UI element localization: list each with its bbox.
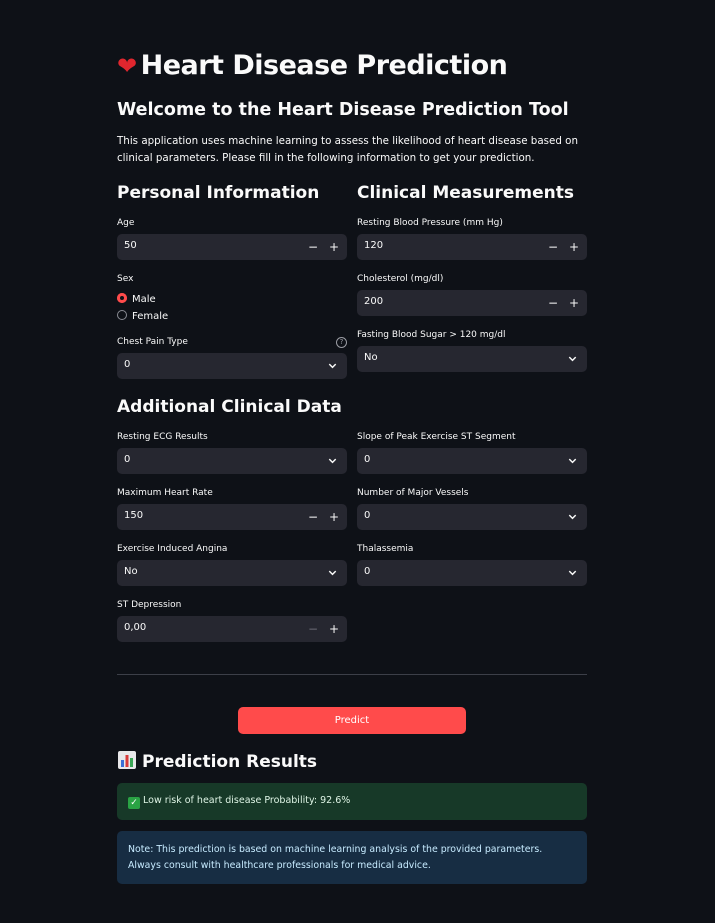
max-heart-rate-increment-button[interactable]: + [324,504,344,530]
age-decrement-button[interactable]: − [303,234,323,260]
angina-select[interactable]: No [117,560,347,586]
blood-pressure-decrement-button[interactable]: − [543,234,563,260]
success-alert: ✓ Low risk of heart disease Probability: … [117,783,587,820]
angina-value: No [124,566,138,577]
age-increment-button[interactable]: + [324,234,344,260]
max-heart-rate-input[interactable]: 150 − + [117,504,347,530]
results-heading: Prediction Results [117,750,317,772]
bar-chart-icon [118,751,136,769]
sex-label: Sex [117,274,134,284]
angina-label: Exercise Induced Angina [117,544,228,554]
chevron-down-icon [568,570,577,576]
additional-data-heading: Additional Clinical Data [117,397,342,417]
check-icon: ✓ [128,797,140,809]
vessels-select[interactable]: 0 [357,504,587,530]
heart-icon: ❤ [117,52,137,80]
predict-button[interactable]: Predict [238,707,466,734]
vessels-label: Number of Major Vessels [357,488,469,498]
chevron-down-icon [568,514,577,520]
thalassemia-label: Thalassemia [357,544,414,554]
welcome-heading: Welcome to the Heart Disease Prediction … [117,100,569,120]
results-heading-text: Prediction Results [142,752,318,772]
chevron-down-icon [568,356,577,362]
page-title: ❤ Heart Disease Prediction [117,50,508,81]
ecg-value: 0 [124,454,131,465]
fasting-blood-sugar-label: Fasting Blood Sugar > 120 mg/dl [357,330,506,340]
chest-pain-value: 0 [124,359,131,370]
chevron-down-icon [328,570,337,576]
age-input[interactable]: 50 − + [117,234,347,260]
blood-pressure-label: Resting Blood Pressure (mm Hg) [357,218,503,228]
cholesterol-label: Cholesterol (mg/dl) [357,274,444,284]
help-icon[interactable]: ? [336,337,347,348]
st-depression-increment-button[interactable]: + [324,616,344,642]
fasting-blood-sugar-value: No [364,352,378,363]
slope-select[interactable]: 0 [357,448,587,474]
st-depression-decrement-button[interactable]: − [303,616,323,642]
max-heart-rate-label: Maximum Heart Rate [117,488,213,498]
personal-info-heading: Personal Information [117,183,320,203]
cholesterol-input[interactable]: 200 − + [357,290,587,316]
age-value: 50 [124,240,137,251]
chest-pain-select[interactable]: 0 [117,353,347,379]
sex-option-male: Male [132,294,156,305]
chevron-down-icon [568,458,577,464]
page-title-text: Heart Disease Prediction [140,50,508,81]
st-depression-value: 0,00 [124,622,147,633]
vessels-value: 0 [364,510,371,521]
st-depression-input[interactable]: 0,00 − + [117,616,347,642]
slope-label: Slope of Peak Exercise ST Segment [357,432,516,442]
max-heart-rate-value: 150 [124,510,144,521]
slope-value: 0 [364,454,371,465]
sex-option-female: Female [132,311,169,322]
radio-selected-icon [117,293,127,303]
ecg-label: Resting ECG Results [117,432,208,442]
fasting-blood-sugar-select[interactable]: No [357,346,587,372]
st-depression-label: ST Depression [117,600,182,610]
radio-unselected-icon [117,310,127,320]
blood-pressure-value: 120 [364,240,384,251]
blood-pressure-input[interactable]: 120 − + [357,234,587,260]
sex-radio-female[interactable]: Female [117,310,168,322]
cholesterol-decrement-button[interactable]: − [543,290,563,316]
chest-pain-label: Chest Pain Type [117,337,188,347]
success-text: Low risk of heart disease Probability: 9… [143,795,351,806]
cholesterol-increment-button[interactable]: + [564,290,584,316]
blood-pressure-increment-button[interactable]: + [564,234,584,260]
cholesterol-value: 200 [364,296,384,307]
max-heart-rate-decrement-button[interactable]: − [303,504,323,530]
info-alert: Note: This prediction is based on machin… [117,831,587,884]
thalassemia-value: 0 [364,566,371,577]
info-note-text: Note: This prediction is based on machin… [128,844,543,871]
chevron-down-icon [328,363,337,369]
ecg-select[interactable]: 0 [117,448,347,474]
chevron-down-icon [328,458,337,464]
age-label: Age [117,218,135,228]
intro-text: This application uses machine learning t… [117,135,578,164]
divider [117,674,587,675]
thalassemia-select[interactable]: 0 [357,560,587,586]
sex-radio-male[interactable]: Male [117,293,156,305]
clinical-measurements-heading: Clinical Measurements [357,183,574,203]
